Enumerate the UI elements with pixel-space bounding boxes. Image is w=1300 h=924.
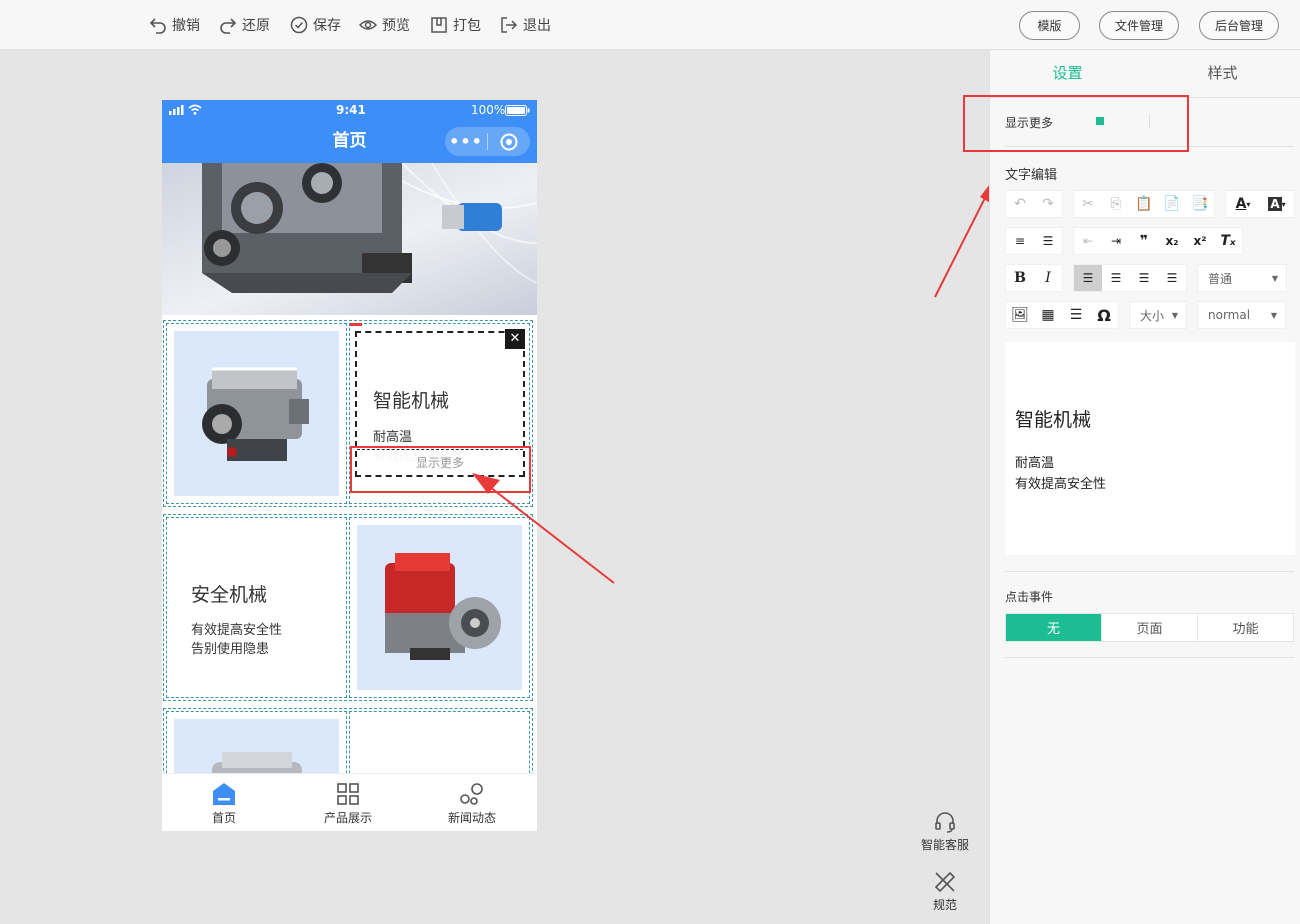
section-divider-2: [1005, 571, 1294, 572]
bullet-list-icon[interactable]: ☰: [1034, 228, 1062, 254]
caret-down-icon: ▼: [1270, 310, 1277, 320]
blockquote-icon[interactable]: ❞: [1130, 228, 1158, 254]
section-divider-3: [1005, 657, 1294, 658]
italic-icon[interactable]: I: [1034, 265, 1062, 291]
highlight-show-more-setting: [963, 95, 1189, 152]
history-group: ↶ ↷: [1005, 190, 1063, 218]
editor-toolbar-row-1: ↶ ↷ ✂ ⎘ 📋 📄 📑 A ▾ A ▾: [1005, 190, 1300, 218]
format-select-value: 普通: [1208, 271, 1233, 286]
paste-text-icon[interactable]: 📄: [1158, 191, 1186, 217]
paste-icon[interactable]: 📋: [1130, 191, 1158, 217]
ruler-pencil-icon: [934, 871, 956, 893]
click-event-segment: 无 页面 功能: [1005, 613, 1294, 642]
outdent-icon[interactable]: ⇤: [1074, 228, 1102, 254]
list-group: ≡ ☰: [1005, 227, 1063, 255]
size-select[interactable]: 大小 ▼: [1129, 301, 1187, 329]
editor-toolbar-row-4: 🖼 ▦ ☰ Ω 大小 ▼ normal ▼: [1005, 301, 1286, 329]
editor-line-1: 耐高温: [1015, 456, 1055, 471]
clipboard-group: ✂ ⎘ 📋 📄 📑: [1073, 190, 1215, 218]
editor-line-2: 有效提高安全性: [1015, 477, 1107, 492]
align-justify-icon[interactable]: ☰: [1158, 265, 1186, 291]
event-function-option[interactable]: 功能: [1197, 614, 1293, 641]
editor-undo-icon[interactable]: ↶: [1006, 191, 1034, 217]
indent-icon[interactable]: ⇥: [1102, 228, 1130, 254]
size-select-value: 大小: [1140, 308, 1165, 323]
copy-icon[interactable]: ⎘: [1102, 191, 1130, 217]
smart-service-button[interactable]: 智能客服: [915, 810, 975, 853]
bold-icon[interactable]: B: [1006, 265, 1034, 291]
superscript-icon[interactable]: x²: [1186, 228, 1214, 254]
clear-format-icon[interactable]: Tₓ: [1214, 228, 1242, 254]
font-weight-select-value: normal: [1208, 308, 1251, 322]
click-event-label: 点击事件: [1005, 590, 1054, 604]
insert-group: 🖼 ▦ ☰ Ω: [1005, 301, 1119, 329]
spec-label: 规范: [932, 898, 957, 912]
tab-settings[interactable]: 设置: [990, 50, 1145, 97]
headset-icon: [935, 812, 955, 833]
editor-redo-icon[interactable]: ↷: [1034, 191, 1062, 217]
caret-down-icon: ▼: [1171, 310, 1178, 320]
tab-style[interactable]: 样式: [1145, 50, 1300, 97]
text-edit-label: 文字编辑: [1005, 168, 1058, 183]
rich-text-editor[interactable]: 智能机械 耐高温 有效提高安全性: [1005, 342, 1295, 555]
editor-toolbar-row-3: B I ☰ ☰ ☰ ☰ 普通 ▼: [1005, 264, 1287, 292]
ordered-list-icon[interactable]: ≡: [1006, 228, 1034, 254]
bg-color-icon[interactable]: A ▾: [1260, 191, 1294, 217]
align-right-icon[interactable]: ☰: [1130, 265, 1158, 291]
align-group: ☰ ☰ ☰ ☰: [1073, 264, 1187, 292]
editor-toolbar-row-2: ≡ ☰ ⇤ ⇥ ❞ x₂ x² Tₓ: [1005, 227, 1253, 255]
editor-title: 智能机械: [1015, 409, 1092, 431]
font-weight-select[interactable]: normal ▼: [1197, 301, 1286, 329]
paste-word-icon[interactable]: 📑: [1186, 191, 1214, 217]
text-color-icon[interactable]: A ▾: [1226, 191, 1260, 217]
align-center-icon[interactable]: ☰: [1102, 265, 1130, 291]
text-style-group: B I: [1005, 264, 1063, 292]
format-select[interactable]: 普通 ▼: [1197, 264, 1287, 292]
color-group: A ▾ A ▾: [1225, 190, 1295, 218]
event-none-option[interactable]: 无: [1006, 614, 1101, 641]
settings-panel: 设置 样式 显示更多 文字编辑 ↶ ↷ ✂ ⎘ 📋 📄 📑 A ▾ A ▾ ≡ ☰: [989, 50, 1300, 924]
cut-icon[interactable]: ✂: [1074, 191, 1102, 217]
horizontal-rule-icon[interactable]: ☰: [1062, 302, 1090, 328]
spec-button[interactable]: 规范: [915, 870, 975, 913]
indent-group: ⇤ ⇥ ❞ x₂ x² Tₓ: [1073, 227, 1243, 255]
caret-down-icon: ▼: [1271, 273, 1278, 283]
special-char-icon[interactable]: Ω: [1090, 302, 1118, 328]
image-icon[interactable]: 🖼: [1006, 302, 1034, 328]
table-icon[interactable]: ▦: [1034, 302, 1062, 328]
smart-service-label: 智能客服: [920, 838, 969, 852]
subscript-icon[interactable]: x₂: [1158, 228, 1186, 254]
align-left-icon[interactable]: ☰: [1074, 265, 1102, 291]
event-page-option[interactable]: 页面: [1101, 614, 1197, 641]
